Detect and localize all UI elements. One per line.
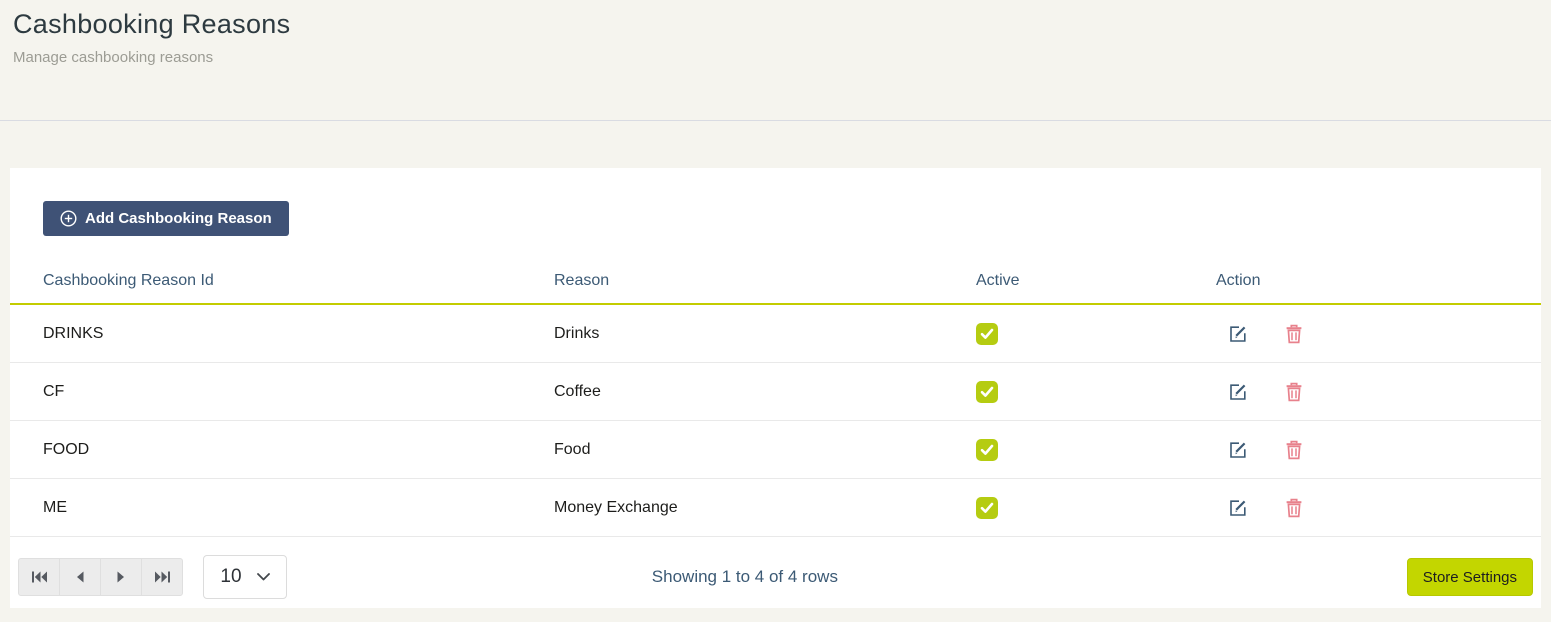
pagination-controls [18,558,182,596]
active-checkbox[interactable] [976,323,998,345]
edit-button[interactable] [1228,440,1248,460]
cell-reason-id: ME [10,479,554,537]
column-header-action: Action [1216,257,1541,304]
cell-active [976,421,1216,479]
trash-icon [1285,324,1303,344]
next-page-icon [115,571,127,583]
add-button-label: Add Cashbooking Reason [85,210,272,227]
active-checkbox[interactable] [976,497,998,519]
previous-page-icon [74,571,86,583]
page-subtitle: Manage cashbooking reasons [13,49,1535,66]
edit-square-pencil-icon [1228,324,1248,344]
column-header-active: Active [976,257,1216,304]
edit-button[interactable] [1228,498,1248,518]
edit-square-pencil-icon [1228,498,1248,518]
table-header-row: Cashbooking Reason Id Reason Active Acti… [10,257,1541,304]
checkmark-icon [980,502,994,514]
delete-button[interactable] [1285,324,1303,344]
page-size-select[interactable]: 10 [203,555,287,599]
checkmark-icon [980,444,994,456]
pagination-summary: Showing 1 to 4 of 4 rows [652,567,838,587]
cell-active [976,479,1216,537]
column-header-reason: Reason [554,257,976,304]
first-page-button[interactable] [18,558,60,596]
edit-square-pencil-icon [1228,440,1248,460]
chevron-down-icon [257,573,270,581]
table-row: ME Money Exchange [10,479,1541,537]
store-settings-button[interactable]: Store Settings [1407,558,1533,596]
delete-button[interactable] [1285,382,1303,402]
last-page-icon [154,571,171,583]
trash-icon [1285,382,1303,402]
content-card: Add Cashbooking Reason Cashbooking Reaso… [10,168,1541,608]
cell-actions [1216,421,1541,479]
page-header: Cashbooking Reasons Manage cashbooking r… [0,0,1551,121]
cell-active [976,304,1216,363]
cell-reason-id: DRINKS [10,304,554,363]
active-checkbox[interactable] [976,439,998,461]
cell-reason: Food [554,421,976,479]
trash-icon [1285,498,1303,518]
table-row: DRINKS Drinks [10,304,1541,363]
cell-reason: Coffee [554,363,976,421]
previous-page-button[interactable] [59,558,101,596]
edit-button[interactable] [1228,324,1248,344]
column-header-reason-id: Cashbooking Reason Id [10,257,554,304]
table-footer: 10 Showing 1 to 4 of 4 rows Store Settin… [10,555,1541,599]
cell-reason: Drinks [554,304,976,363]
cell-actions [1216,479,1541,537]
last-page-button[interactable] [141,558,183,596]
cashbooking-reasons-table: Cashbooking Reason Id Reason Active Acti… [10,257,1541,537]
active-checkbox[interactable] [976,381,998,403]
edit-square-pencil-icon [1228,382,1248,402]
cell-actions [1216,363,1541,421]
cell-reason-id: CF [10,363,554,421]
cell-actions [1216,304,1541,363]
trash-icon [1285,440,1303,460]
delete-button[interactable] [1285,498,1303,518]
checkmark-icon [980,328,994,340]
cell-active [976,363,1216,421]
table-row: FOOD Food [10,421,1541,479]
add-cashbooking-reason-button[interactable]: Add Cashbooking Reason [43,201,289,236]
page-size-value: 10 [220,566,241,588]
first-page-icon [31,571,48,583]
table-row: CF Coffee [10,363,1541,421]
cell-reason: Money Exchange [554,479,976,537]
next-page-button[interactable] [100,558,142,596]
checkmark-icon [980,386,994,398]
edit-button[interactable] [1228,382,1248,402]
plus-circle-icon [60,210,77,227]
cell-reason-id: FOOD [10,421,554,479]
delete-button[interactable] [1285,440,1303,460]
page-title: Cashbooking Reasons [13,9,1535,40]
